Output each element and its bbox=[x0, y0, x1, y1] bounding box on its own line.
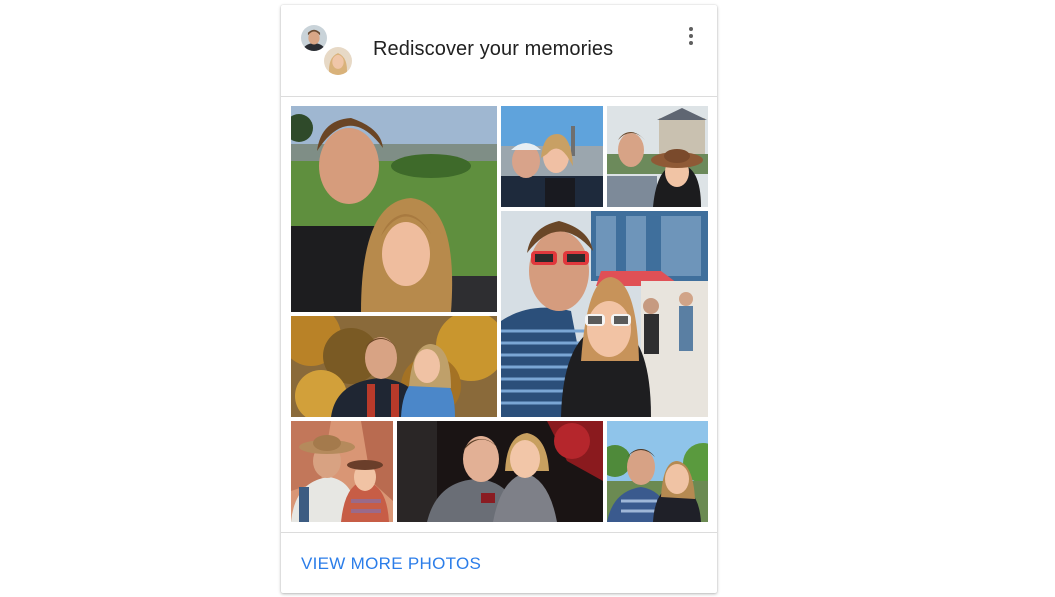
memories-card: Rediscover your memories VIEW MORE PHOTO… bbox=[281, 5, 717, 593]
photo-autumn-trees[interactable] bbox=[291, 316, 497, 417]
photo-city-overlook[interactable] bbox=[501, 106, 603, 207]
card-footer: VIEW MORE PHOTOS bbox=[281, 532, 717, 594]
avatar-man bbox=[299, 23, 329, 53]
photo-chateau-hat[interactable] bbox=[607, 106, 708, 207]
card-header: Rediscover your memories bbox=[281, 5, 717, 97]
photo-trees-daytime[interactable] bbox=[607, 421, 708, 522]
photo-night-hug[interactable] bbox=[397, 421, 603, 522]
photo-canyon-hiking[interactable] bbox=[291, 421, 393, 522]
avatar-woman bbox=[322, 45, 354, 77]
view-more-photos-button[interactable]: VIEW MORE PHOTOS bbox=[301, 554, 481, 574]
photo-park-selfie[interactable] bbox=[291, 106, 497, 312]
card-title: Rediscover your memories bbox=[373, 38, 614, 60]
photo-sunglasses-festival[interactable] bbox=[501, 211, 708, 417]
more-options-icon[interactable] bbox=[681, 23, 701, 49]
